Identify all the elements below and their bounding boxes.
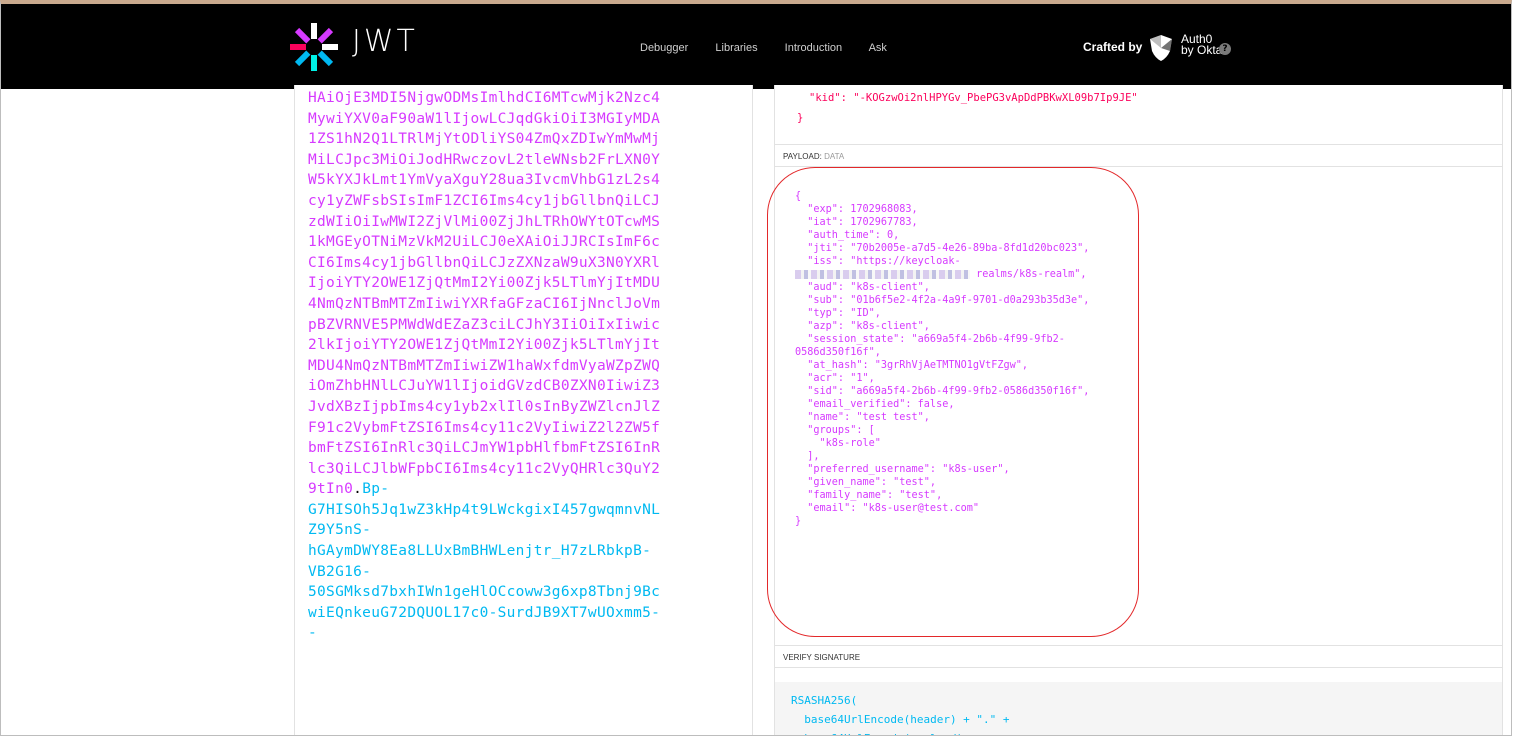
payload-section-header: PAYLOAD: DATA [775,144,1502,167]
crafted-by-label: Crafted by [1083,40,1143,54]
nav-debugger[interactable]: Debugger [640,42,688,54]
encoded-payload: HAiOjE3MDI5NjgwODMsImlhdCI6MTcwMjk2Nzc4 … [308,90,661,498]
auth0-by-okta-link[interactable]: Auth0 by Okta [1181,33,1223,57]
help-icon[interactable]: ? [1219,43,1231,55]
payload-title: PAYLOAD: [783,152,822,161]
payload-json-rest: "aud": "k8s-client", "sub": "01b6f5e2-4f… [795,282,1090,527]
payload-json[interactable]: { "exp": 1702968083, "iat": 1702967783, … [795,190,1089,528]
brand-name[interactable]: JWT [352,24,418,59]
payload-editor[interactable]: { "exp": 1702968083, "iat": 1702967783, … [781,190,1501,645]
nav-introduction[interactable]: Introduction [785,42,842,54]
by-okta-label: by Okta [1181,43,1223,57]
nav-ask[interactable]: Ask [869,42,887,54]
payload-json-top: { "exp": 1702968083, "iat": 1702967783, … [795,191,1090,267]
verify-signature-code: RSASHA256( base64UrlEncode(header) + "."… [791,694,1010,735]
header-close-brace: } [797,112,804,124]
encoded-signature-start: Bp- [362,481,390,498]
payload-iss-tail: realms/k8s-realm", [970,269,1087,280]
encoded-token-text[interactable]: HAiOjE3MDI5NjgwODMsImlhdCI6MTcwMjk2Nzc4 … [308,88,738,644]
browser-frame: JWT Debugger Libraries Introduction Ask … [0,0,1512,736]
payload-subtitle: DATA [824,152,845,161]
encoded-token-panel[interactable]: HAiOjE3MDI5NjgwODMsImlhdCI6MTcwMjk2Nzc4 … [294,85,753,735]
header-kid-line: "kid": "-KOGzwOi2nlHPYGv_PbePG3vApDdPBKw… [809,92,1138,104]
top-navbar: JWT Debugger Libraries Introduction Ask … [1,4,1511,89]
kid-value: "-KOGzwOi2nlHPYGv_PbePG3vApDdPBKwXL09b7I… [853,92,1138,104]
decoded-panel: "kid": "-KOGzwOi2nlHPYGv_PbePG3vApDdPBKw… [767,85,1503,735]
jwt-logo-icon[interactable] [289,22,339,72]
token-dot: . [353,481,363,498]
redacted-blur [795,269,970,279]
auth0-shield-icon[interactable] [1146,33,1176,63]
verify-title: VERIFY SIGNATURE [783,653,861,662]
verify-signature-editor[interactable]: RSASHA256( base64UrlEncode(header) + "."… [775,682,1502,735]
nav-libraries[interactable]: Libraries [715,42,757,54]
kid-key: "kid" [809,92,841,104]
encoded-signature: G7HISOh5Jq1wZ3kHp4t9LWckgixI457gwqmnvNL … [308,501,661,642]
verify-signature-header: VERIFY SIGNATURE [775,645,1502,668]
main-nav: Debugger Libraries Introduction Ask [640,42,911,54]
